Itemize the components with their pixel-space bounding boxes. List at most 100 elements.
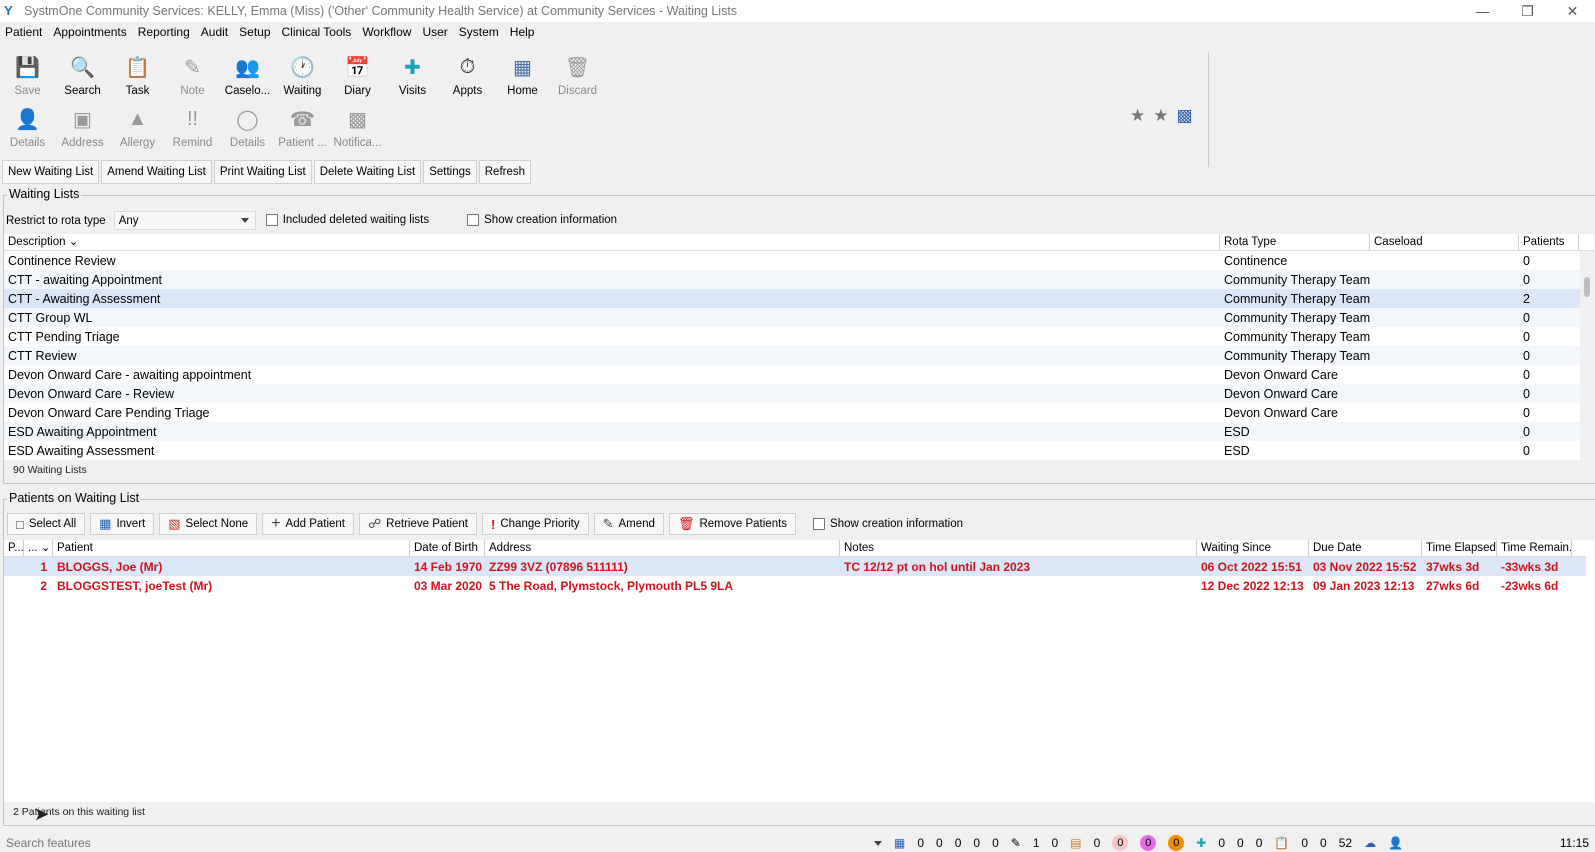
table-row[interactable]: CTT Group WL Community Therapy Team 0 <box>4 308 1580 327</box>
search-features-input[interactable]: Search features <box>0 834 886 852</box>
task-button[interactable]: 📋 Task <box>110 48 165 100</box>
clipboard-icon[interactable]: 📋 <box>1274 836 1289 850</box>
menu-user[interactable]: User <box>419 25 455 39</box>
column-due-date[interactable]: Due Date <box>1309 540 1422 556</box>
column-description[interactable]: Description ⌄ <box>4 234 1220 250</box>
menu-help[interactable]: Help <box>507 25 543 39</box>
notifications-button[interactable]: ▩ Notifica... <box>330 100 385 152</box>
menu-patient[interactable]: Patient <box>2 25 50 39</box>
cell-num: 1 <box>40 559 47 574</box>
visits-button[interactable]: ✚ Visits <box>385 48 440 100</box>
status-badge-pink[interactable]: 0 <box>1112 835 1129 851</box>
weather-icon[interactable]: ☁ <box>1364 836 1376 850</box>
note-icon: ✎ <box>184 56 201 79</box>
caseload-button[interactable]: 👥 Caselo... <box>220 48 275 100</box>
waiting-button[interactable]: 🕐 Waiting <box>275 48 330 100</box>
column-time-remaining[interactable]: Time Remain... <box>1497 540 1572 556</box>
patient-details-button[interactable]: 👤 Details <box>0 100 55 152</box>
table-row[interactable]: Devon Onward Care Pending Triage Devon On… <box>4 403 1580 422</box>
menu-system[interactable]: System <box>456 25 507 39</box>
table-row[interactable]: 1 BLOGGS, Joe (Mr) 14 Feb 1970 ZZ99 3VZ (07… <box>4 557 1586 576</box>
status-counter: 1 <box>1032 836 1040 850</box>
tubes-icon[interactable]: ▦ <box>894 836 905 850</box>
rota-type-select[interactable]: Any <box>113 211 256 230</box>
table-row[interactable]: Devon Onward Care - Review Devon Onward C… <box>4 384 1580 403</box>
cell-num: 2 <box>40 578 47 593</box>
star-icon[interactable]: ★ <box>1153 106 1168 126</box>
menu-reporting[interactable]: Reporting <box>135 25 198 39</box>
select-all-button[interactable]: □ Select All <box>7 513 86 535</box>
cell-patients: 0 <box>1523 272 1530 287</box>
close-button[interactable]: ✕ <box>1550 0 1595 22</box>
allergy-button[interactable]: ▲ Allergy <box>110 100 165 152</box>
user-icon[interactable]: 👤 <box>1388 836 1403 850</box>
column-address[interactable]: Address <box>485 540 840 556</box>
scrollbar-thumb[interactable] <box>1584 277 1590 297</box>
remove-patients-button[interactable]: 🗑 Remove Patients <box>668 513 797 535</box>
table-row[interactable]: CTT - Awaiting Assessment Community Thera… <box>4 289 1580 308</box>
invert-button[interactable]: ▦ Invert <box>90 513 155 535</box>
restore-button[interactable]: ❐ <box>1505 0 1550 22</box>
change-priority-button[interactable]: ! Change Priority <box>482 513 589 535</box>
diary-button[interactable]: 📅 Diary <box>330 48 385 100</box>
print-waiting-list-button[interactable]: Print Waiting List <box>213 160 312 184</box>
details-button[interactable]: ◯ Details <box>220 100 275 152</box>
column-rota-type[interactable]: Rota Type <box>1220 234 1370 250</box>
column-patients[interactable]: Patients <box>1519 234 1579 250</box>
table-row[interactable]: CTT Review Community Therapy Team 0 <box>4 346 1580 365</box>
show-creation-info-checkbox[interactable]: Show creation information <box>467 214 617 227</box>
column-patient[interactable]: Patient <box>53 540 410 556</box>
patients-group-label: Patients on Waiting List <box>7 491 142 505</box>
discard-button[interactable]: 🗑 Discard <box>550 48 605 100</box>
save-button[interactable]: 💾 Save <box>0 48 55 100</box>
menu-setup[interactable]: Setup <box>236 25 278 39</box>
patients-show-creation-checkbox[interactable]: Show creation information <box>813 517 963 530</box>
include-deleted-checkbox[interactable]: Included deleted waiting lists <box>265 214 429 227</box>
patient-contact-button[interactable]: ☎ Patient ... <box>275 100 330 152</box>
table-row[interactable]: ESD Awaiting Appointment ESD 0 <box>4 422 1580 441</box>
appts-button[interactable]: ⏱ Appts <box>440 48 495 100</box>
star-icon[interactable]: ★ <box>1130 106 1145 126</box>
column-number[interactable]: ... ⌄ <box>24 540 53 556</box>
address-button[interactable]: ▣ Address <box>55 100 110 152</box>
status-badge-orange[interactable]: 0 <box>1168 835 1185 851</box>
medical-kit-icon[interactable]: ✚ <box>1196 836 1206 850</box>
menu-appointments[interactable]: Appointments <box>50 25 134 39</box>
minimize-button[interactable]: — <box>1460 0 1505 22</box>
column-waiting-since[interactable]: Waiting Since <box>1197 540 1309 556</box>
chart-icon[interactable]: ▩ <box>1177 106 1193 126</box>
refresh-button[interactable]: Refresh <box>478 160 532 184</box>
note-button[interactable]: ✎ Note <box>165 48 220 100</box>
menu-clinical-tools[interactable]: Clinical Tools <box>279 25 360 39</box>
column-notes[interactable]: Notes <box>840 540 1197 556</box>
pen-icon[interactable]: ✎ <box>1011 836 1021 850</box>
home-button[interactable]: ▦ Home <box>495 48 550 100</box>
amend-button[interactable]: ✎ Amend <box>593 513 664 535</box>
table-row[interactable]: Continence Review Continence 0 <box>4 251 1580 270</box>
table-row[interactable]: CTT Pending Triage Community Therapy Team… <box>4 327 1580 346</box>
table-row[interactable]: Devon Onward Care - awaiting appointment… <box>4 365 1580 384</box>
invert-label: Invert <box>116 518 146 530</box>
remind-button[interactable]: !! Remind <box>165 100 220 152</box>
column-caseload[interactable]: Caseload <box>1370 234 1519 250</box>
amend-waiting-list-button[interactable]: Amend Waiting List <box>101 160 212 184</box>
table-row[interactable]: CTT - awaiting Appointment Community Ther… <box>4 270 1580 289</box>
menu-audit[interactable]: Audit <box>198 25 236 39</box>
waiting-lists-scrollbar[interactable] <box>1580 251 1594 460</box>
add-patient-button[interactable]: + Add Patient <box>262 513 354 535</box>
building-icon[interactable]: ▤ <box>1070 836 1081 850</box>
table-row[interactable]: 2 BLOGGSTEST, joeTest (Mr) 03 Mar 2020 5 Th… <box>4 576 1586 595</box>
table-row[interactable]: ESD Awaiting Assessment ESD 0 <box>4 441 1580 460</box>
column-priority[interactable]: P... <box>4 540 24 556</box>
column-dob[interactable]: Date of Birth <box>410 540 485 556</box>
select-none-button[interactable]: ▧ Select None <box>159 513 258 535</box>
status-badge-magenta[interactable]: 0 <box>1140 835 1157 851</box>
chevron-down-icon <box>874 841 882 846</box>
menu-workflow[interactable]: Workflow <box>359 25 419 39</box>
search-button[interactable]: 🔍 Search <box>55 48 110 100</box>
new-waiting-list-button[interactable]: New Waiting List <box>2 160 100 184</box>
settings-button[interactable]: Settings <box>423 160 477 184</box>
retrieve-patient-button[interactable]: ☍ Retrieve Patient <box>359 513 477 535</box>
delete-waiting-list-button[interactable]: Delete Waiting List <box>313 160 422 184</box>
column-time-elapsed[interactable]: Time Elapsed <box>1422 540 1497 556</box>
